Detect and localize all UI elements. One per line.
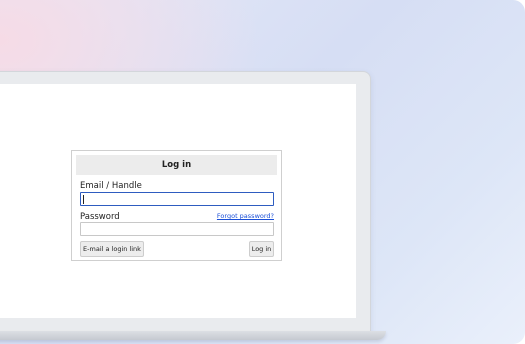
email-field[interactable] xyxy=(80,192,274,206)
login-form: Log in Email / Handle Password Forgot pa… xyxy=(71,150,282,261)
login-title: Log in xyxy=(76,155,277,175)
password-label: Password xyxy=(80,212,120,222)
forgot-password-link[interactable]: Forgot password? xyxy=(217,212,274,220)
text-caret xyxy=(83,195,84,204)
email-login-link-button[interactable]: E-mail a login link xyxy=(80,241,144,257)
laptop-base xyxy=(0,331,386,340)
email-label: Email / Handle xyxy=(80,181,142,191)
password-field[interactable] xyxy=(80,222,274,236)
login-button[interactable]: Log in xyxy=(249,241,274,257)
